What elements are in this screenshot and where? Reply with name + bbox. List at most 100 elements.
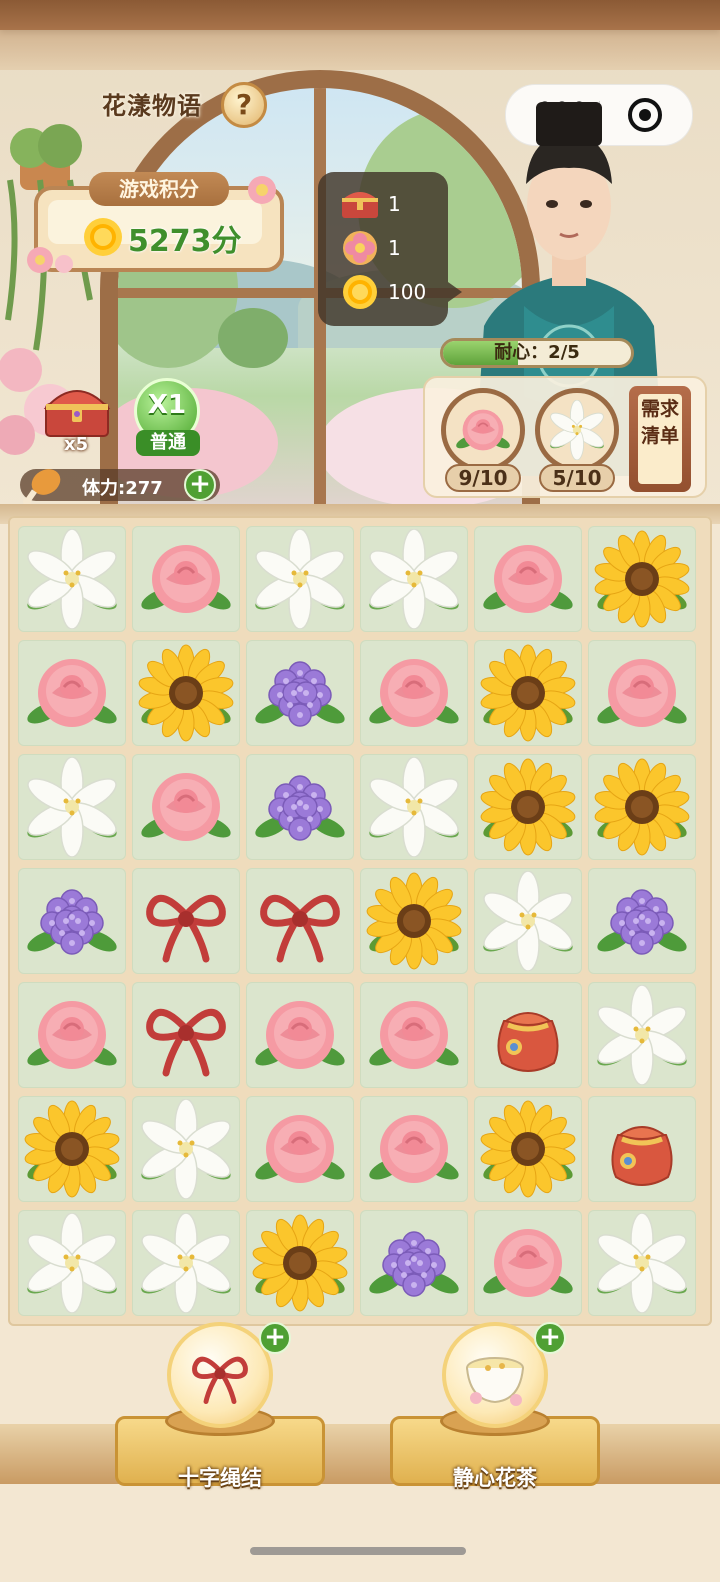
board-tile[interactable] [360,640,468,746]
board-tile[interactable] [132,868,240,974]
board-tile[interactable] [588,640,696,746]
sunflower-icon [594,530,690,628]
board-tile[interactable] [132,1210,240,1316]
board-tile[interactable] [132,982,240,1088]
board-tile[interactable] [474,868,582,974]
patience-bar: 耐心：2/5 [440,338,634,368]
knot-icon [146,1009,226,1077]
sunflower-icon [138,644,234,742]
board-tile[interactable] [132,754,240,860]
speed-toggle-button[interactable]: X1 普通 [132,378,204,460]
lily-icon [483,871,573,971]
demand-panel: 9/10 5/10 需求清单 [423,376,707,498]
lily-icon [27,529,117,629]
energy-label: 体力:277 [82,478,163,499]
hydrangea-icon [255,775,345,841]
board-tile[interactable] [474,754,582,860]
board-tile[interactable] [18,1096,126,1202]
tea-cup-icon [466,1357,524,1406]
board-tile[interactable] [588,1096,696,1202]
board-tile[interactable] [18,640,126,746]
score-label: 游戏积分 [119,177,199,201]
demand-list-label: 需求清单 [640,398,679,447]
knot-icon [146,895,226,963]
hydrangea-icon [255,661,345,727]
board-tile[interactable] [246,982,354,1088]
ceiling-shade [0,30,720,70]
energy-bar: 体力:277 + [0,464,222,506]
board-tile[interactable] [588,982,696,1088]
rose-icon [369,1001,459,1069]
ceiling-beam [0,0,720,30]
flower-token-icon [343,231,377,265]
board-tile[interactable] [132,526,240,632]
tool-calm-tea[interactable]: + 静心花茶 [390,1322,600,1498]
sunflower-icon [480,644,576,742]
sunflower-icon [480,758,576,856]
board-tile[interactable] [132,1096,240,1202]
knot-icon [260,895,340,963]
lily-icon [550,400,604,460]
speed-value: X1 [147,390,187,420]
sunflower-icon [480,1100,576,1198]
add-calm-tea-button[interactable]: + [534,1322,566,1354]
reward-bubble: 1 1 100 [318,172,462,326]
board-tile[interactable] [360,526,468,632]
board-tile[interactable] [246,1096,354,1202]
reward-flower: 1 [340,230,450,266]
treasure-chest-icon [43,390,111,437]
rose-icon [369,659,459,727]
treasure-chest-button[interactable]: x5 [42,380,116,460]
board-tile[interactable] [360,1096,468,1202]
board-tile[interactable] [246,1210,354,1316]
board-tile[interactable] [360,982,468,1088]
board-tile[interactable] [246,754,354,860]
treasure-chest-icon [342,192,378,218]
board-tile[interactable] [588,754,696,860]
board-tile[interactable] [132,640,240,746]
board-tile[interactable] [360,868,468,974]
board-tile[interactable] [588,526,696,632]
lily-icon [369,757,459,857]
reward-chest: 1 [340,186,450,222]
rose-icon [141,773,231,841]
reward-sun-value: 100 [388,280,427,304]
sunflower-icon [594,758,690,856]
score-panel: 游戏积分 5273分 [27,172,284,273]
board-tile[interactable] [246,526,354,632]
hydrangea-icon [597,889,687,955]
board-tile[interactable] [18,1210,126,1316]
board-tile[interactable] [588,1210,696,1316]
demand-list-button[interactable]: 需求清单 [629,386,691,492]
lily-icon [255,529,345,629]
board-tile[interactable] [474,1096,582,1202]
board-tile[interactable] [360,1210,468,1316]
board-tile[interactable] [474,640,582,746]
rose-icon [27,1001,117,1069]
rose-icon [255,1001,345,1069]
board-tile[interactable] [18,868,126,974]
lily-icon [369,529,459,629]
add-cross-knot-button[interactable]: + [259,1322,291,1354]
rose-icon [483,545,573,613]
tool-cross-knot[interactable]: + 十字绳结 [115,1322,325,1498]
board-tile[interactable] [474,1210,582,1316]
demand-count-rose: 9/10 [445,464,521,492]
drumstick-icon [23,469,61,506]
hydrangea-icon [27,889,117,955]
reward-chest-value: 1 [388,192,401,216]
add-energy-button[interactable]: + [184,469,216,501]
help-button[interactable]: ? [221,82,267,128]
board-tile[interactable] [474,982,582,1088]
score-value: 5273分 [128,224,242,259]
board-tile[interactable] [18,526,126,632]
board-tile[interactable] [246,868,354,974]
board-tile[interactable] [246,640,354,746]
lily-icon [27,757,117,857]
bottom-shelf [0,1424,720,1484]
board-tile[interactable] [360,754,468,860]
board-tile[interactable] [18,982,126,1088]
board-tile[interactable] [588,868,696,974]
board-tile[interactable] [18,754,126,860]
board-tile[interactable] [474,526,582,632]
